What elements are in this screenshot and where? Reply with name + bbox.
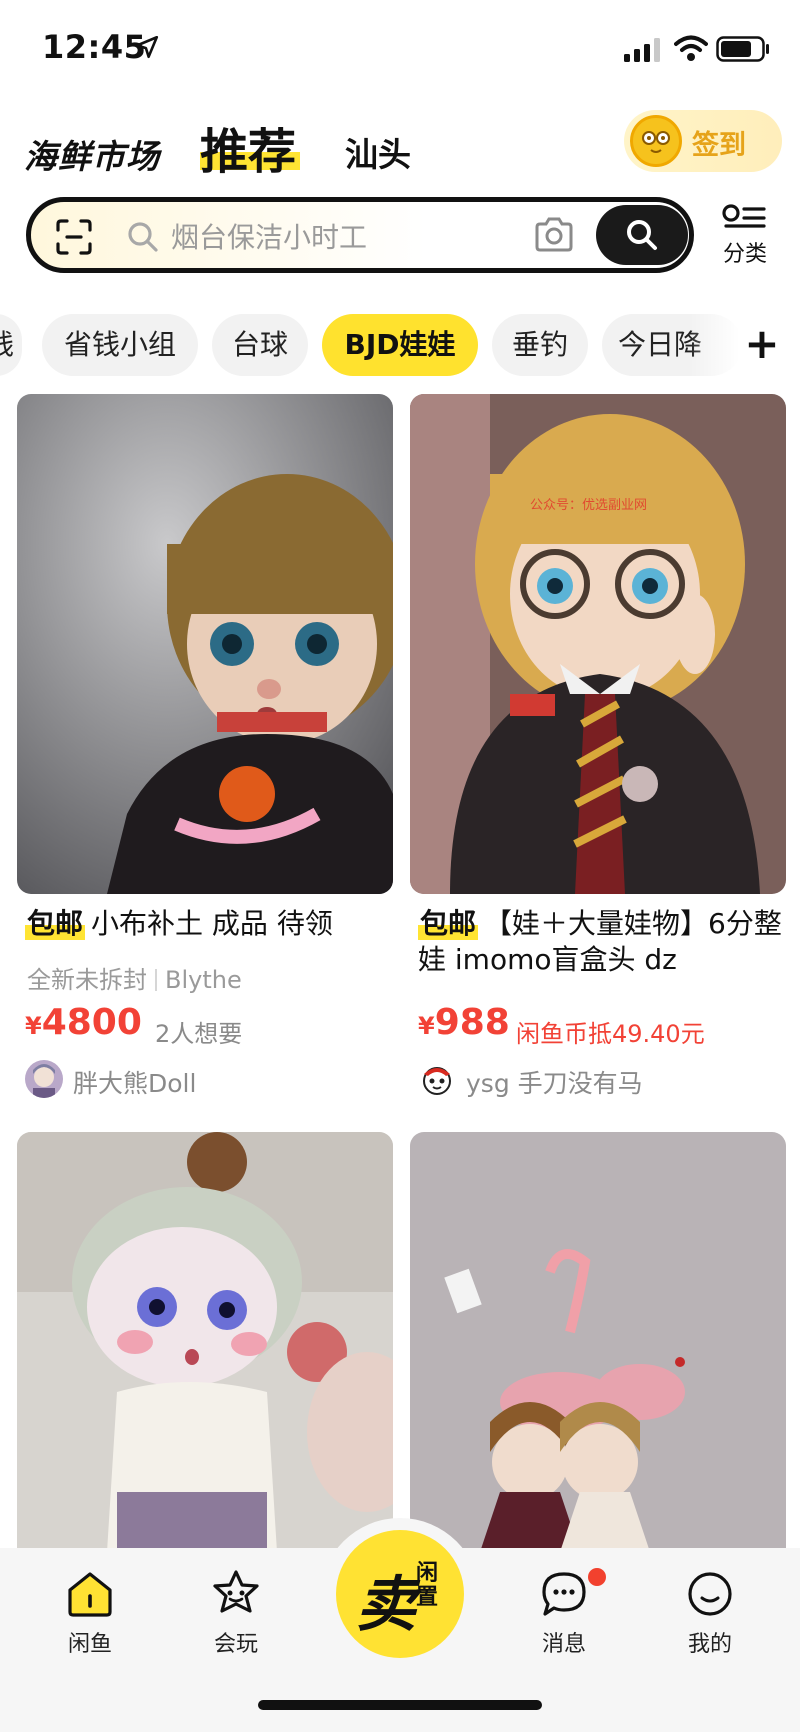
seller-name: ysg 手刀没有马 [466,1069,643,1098]
seller-name: 胖大熊Doll [73,1069,197,1098]
nav-home[interactable]: 闲鱼 [40,1568,140,1668]
chips-add-button[interactable]: + [744,318,780,370]
sell-button[interactable]: 卖 闲置 [336,1530,464,1658]
nav-profile[interactable]: 我的 [660,1568,760,1668]
topic-chips: 钱 省钱小组 台球 BJD娃娃 垂钓 今日降 [0,314,740,376]
product-image[interactable]: 公众号：优选副业网 [410,394,786,894]
camera-icon[interactable] [533,216,575,254]
product-card[interactable]: 包邮 小布补土 成品 待领 全新未拆封 Blythe ¥4800 2人想要 胖大熊D… [17,394,393,1110]
checkin-button[interactable]: 签到 [624,110,782,172]
chip-item[interactable]: 钱 [0,314,22,376]
product-card[interactable] [17,1132,393,1552]
tab-recommend-label: 推荐 [200,124,297,180]
search-bar[interactable] [26,197,694,273]
category-label: 分类 [722,242,767,267]
free-shipping-tag: 包邮 [25,907,86,940]
chip-label: 垂钓 [511,328,568,361]
home-indicator[interactable] [258,1700,542,1710]
want-count: 2人想要 [155,1020,243,1048]
brand-label: Blythe [165,966,242,994]
sell-sub-label: 闲置 [416,1561,439,1610]
category-button[interactable]: 分类 [712,202,778,267]
status-bar: 12:45 [0,0,800,100]
seller-avatar[interactable] [25,1060,63,1098]
top-header: 海鲜市场 推荐 汕头 签到 [0,100,800,190]
seller-avatar[interactable] [418,1060,456,1098]
nav-label: 会玩 [213,1632,258,1657]
fun-icon [213,1570,259,1613]
search-submit-icon [627,220,657,250]
checkin-mascot-icon [630,115,682,167]
nav-label: 闲鱼 [67,1632,112,1657]
price-value: 4800 [41,1002,142,1043]
search-icon [128,222,158,252]
status-time: 12:45 [42,28,147,66]
price-currency: ¥ [25,1012,42,1040]
message-icon [542,1572,586,1616]
condition-label: 全新未拆封 [27,966,147,994]
tab-city[interactable]: 汕头 [345,128,411,176]
wifi-icon [674,35,708,61]
nav-label: 消息 [541,1632,586,1657]
scan-icon[interactable] [55,218,93,256]
chips-fade [690,314,740,376]
product-price: ¥988 [418,1002,510,1043]
home-icon [68,1572,112,1617]
product-title-text: 小布补土 成品 待领 [91,907,333,940]
profile-icon [688,1572,732,1616]
product-price: ¥4800 [25,1002,142,1043]
doll-photo [410,1132,786,1552]
doll-photo [17,1132,393,1552]
battery-icon [716,36,769,62]
product-attributes: 全新未拆封 Blythe [27,960,242,995]
checkin-label: 签到 [692,130,746,161]
location-arrow-icon [135,35,159,59]
watermark: 公众号：优选副业网 [530,498,648,513]
chip-label: 台球 [231,328,288,361]
product-image[interactable] [17,394,393,894]
coin-discount: 闲鱼币抵49.40元 [516,1020,705,1048]
chip-label: 钱 [0,328,14,361]
chip-label: BJD娃娃 [344,328,456,361]
chip-label: 省钱小组 [63,328,176,361]
chip-item[interactable]: 省钱小组 [42,314,198,376]
chip-item[interactable]: 台球 [212,314,308,376]
product-image[interactable] [17,1132,393,1552]
product-title[interactable]: 包邮 小布补土 成品 待领 [25,906,395,942]
chip-item[interactable]: 垂钓 [492,314,588,376]
search-input[interactable] [171,216,511,258]
product-title[interactable]: 包邮 【娃＋大量娃物】6分整娃 imomo盲盒头 dz [418,906,788,978]
product-card[interactable]: 公众号：优选副业网 包邮 【娃＋大量娃物】6分整娃 imomo盲盒头 dz ¥98… [410,394,786,1110]
doll-photo [17,394,393,894]
tab-seafood-market[interactable]: 海鲜市场 [24,130,160,178]
sell-label: 卖 [356,1570,416,1640]
message-unread-dot [588,1568,606,1586]
product-card[interactable] [410,1132,786,1552]
price-value: 988 [434,1002,510,1043]
chip-item-active[interactable]: BJD娃娃 [322,314,478,376]
search-submit-button[interactable] [596,205,688,265]
tab-recommend[interactable]: 推荐 [200,112,300,180]
price-currency: ¥ [418,1012,435,1040]
nav-label: 我的 [687,1632,732,1657]
nav-fun[interactable]: 会玩 [186,1568,286,1668]
product-image[interactable] [410,1132,786,1552]
category-icon [722,204,766,228]
attribute-separator [155,969,157,991]
signal-icon [624,38,660,62]
free-shipping-tag: 包邮 [418,907,479,940]
doll-photo [410,394,786,894]
